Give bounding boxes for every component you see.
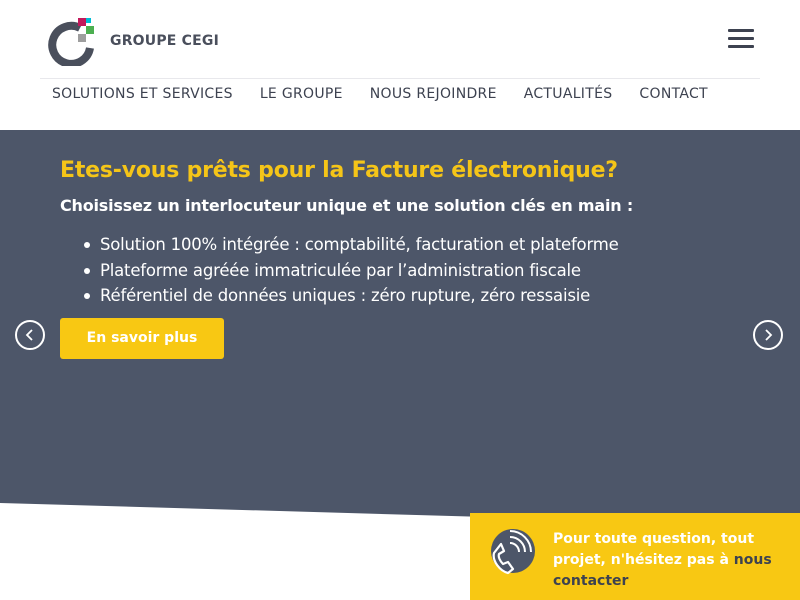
site-header: GROUPE CEGI SOLUTIONS ET SERVICES LE GRO… (0, 0, 800, 130)
list-item: Solution 100% intégrée : comptabilité, f… (84, 232, 619, 258)
menu-bar (728, 37, 754, 40)
header-divider (40, 78, 760, 79)
hero-subtitle: Choisissez un interlocuteur unique et un… (60, 196, 634, 215)
hamburger-menu-icon[interactable] (728, 28, 756, 50)
chevron-right-icon (765, 329, 773, 341)
nav-item-rejoindre[interactable]: NOUS REJOINDRE (370, 84, 497, 104)
page: GROUPE CEGI SOLUTIONS ET SERVICES LE GRO… (0, 0, 800, 600)
contact-callout: Pour toute question, tout projet, n'hési… (470, 513, 800, 600)
nav-item-groupe[interactable]: LE GROUPE (260, 84, 343, 104)
brand-logo[interactable]: GROUPE CEGI (46, 16, 226, 66)
nav-item-contact[interactable]: CONTACT (639, 84, 708, 104)
learn-more-button[interactable]: En savoir plus (60, 318, 224, 359)
slider-prev-button[interactable] (15, 320, 45, 350)
phone-icon (491, 529, 535, 575)
hero-bullet-list: Solution 100% intégrée : comptabilité, f… (84, 232, 619, 309)
slider-next-button[interactable] (753, 320, 783, 350)
list-item: Référentiel de données uniques : zéro ru… (84, 283, 619, 309)
nav-item-actualites[interactable]: ACTUALITÉS (524, 84, 613, 104)
list-item: Plateforme agréée immatriculée par l’adm… (84, 258, 619, 284)
menu-bar (728, 45, 754, 48)
menu-bar (728, 29, 754, 32)
brand-name: GROUPE CEGI (110, 33, 219, 49)
contact-message: Pour toute question, tout projet, n'hési… (553, 529, 793, 592)
contact-prompt: Pour toute question, tout projet, n'hési… (553, 531, 755, 568)
chevron-left-icon (25, 329, 33, 341)
cegi-logo-icon (48, 18, 94, 66)
nav-item-solutions[interactable]: SOLUTIONS ET SERVICES (52, 84, 233, 104)
main-nav: SOLUTIONS ET SERVICES LE GROUPE NOUS REJ… (52, 84, 735, 104)
hero-title: Etes-vous prêts pour la Facture électron… (60, 158, 618, 183)
hero-slider: Etes-vous prêts pour la Facture électron… (0, 130, 800, 530)
